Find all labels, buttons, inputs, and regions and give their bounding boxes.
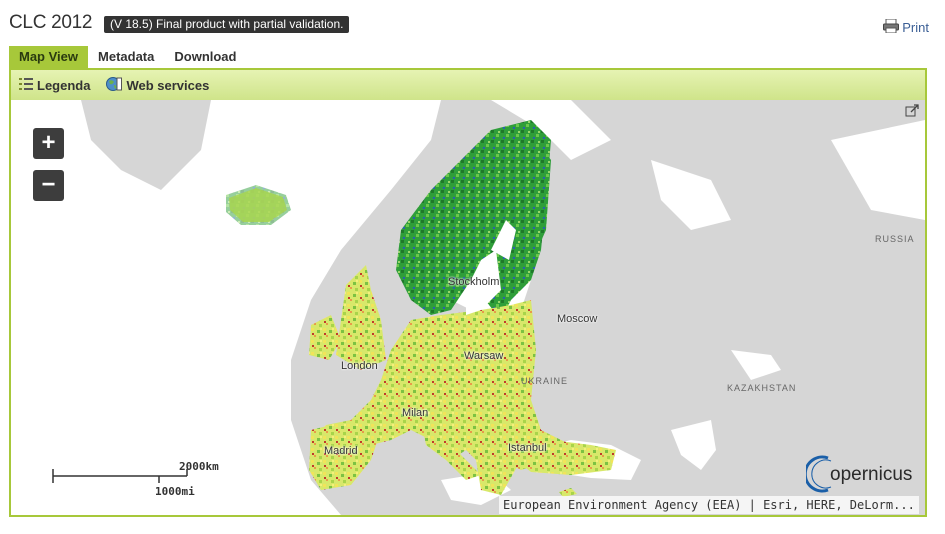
- tab-metadata[interactable]: Metadata: [88, 46, 164, 68]
- page-title: CLC 2012: [9, 12, 93, 33]
- map-panel: Legenda Web services + − Stockholm Mosco…: [9, 68, 927, 517]
- map-toolbar: Legenda Web services: [11, 70, 925, 100]
- copernicus-logo: opernicus: [803, 452, 925, 499]
- scale-mi-label: 1000mi: [155, 485, 195, 498]
- zoom-out-button[interactable]: −: [33, 170, 64, 201]
- expand-icon[interactable]: [905, 104, 919, 123]
- view-tabs: Map View Metadata Download: [9, 46, 246, 68]
- legend-label: Legenda: [37, 77, 91, 93]
- scale-km-label: 2000km: [179, 460, 219, 473]
- version-badge: (V 18.5) Final product with partial vali…: [104, 16, 350, 33]
- label-warsaw: Warsaw: [464, 350, 504, 362]
- legend-button[interactable]: Legenda: [19, 77, 90, 94]
- tab-download[interactable]: Download: [164, 46, 246, 68]
- label-kazakhstan: KAZAKHSTAN: [727, 383, 797, 393]
- globe-icon: [106, 76, 123, 95]
- label-ukraine: UKRAINE: [521, 376, 569, 386]
- label-moscow: Moscow: [557, 313, 598, 325]
- tab-map-view[interactable]: Map View: [9, 46, 89, 68]
- map-attribution[interactable]: European Environment Agency (EEA) | Esri…: [499, 496, 919, 514]
- label-london: London: [341, 360, 378, 372]
- label-stockholm: Stockholm: [448, 276, 500, 288]
- print-button[interactable]: Print: [883, 18, 929, 36]
- scale-bar: 2000km 1000mi: [51, 460, 219, 500]
- label-madrid: Madrid: [324, 445, 358, 457]
- label-milan: Milan: [402, 407, 429, 419]
- web-services-button[interactable]: Web services: [106, 76, 209, 95]
- label-istanbul: Istanbul: [508, 442, 547, 454]
- basemap: [11, 100, 925, 515]
- logo-text: opernicus: [830, 464, 912, 485]
- map-canvas[interactable]: + − Stockholm Moscow London Warsaw UKRAI…: [11, 100, 925, 515]
- web-services-label: Web services: [126, 77, 210, 93]
- label-russia: RUSSIA: [875, 234, 915, 244]
- print-label: Print: [902, 20, 929, 35]
- list-icon: [19, 77, 33, 94]
- zoom-in-button[interactable]: +: [33, 128, 64, 159]
- printer-icon: [883, 18, 900, 36]
